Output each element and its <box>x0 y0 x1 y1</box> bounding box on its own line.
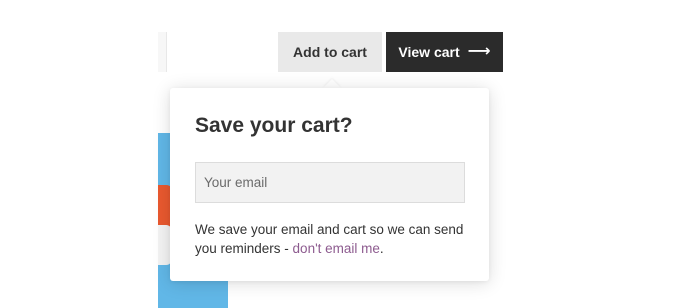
product-card-edge <box>158 32 167 72</box>
arrow-right-icon: ⟶ <box>467 43 491 60</box>
view-cart-button[interactable]: View cart ⟶ <box>386 32 503 72</box>
save-cart-popup: Save your cart? We save your email and c… <box>170 88 489 281</box>
email-field[interactable] <box>195 162 465 203</box>
add-to-cart-label: Add to cart <box>293 44 367 60</box>
popup-note-period: . <box>379 241 384 256</box>
popup-title: Save your cart? <box>195 114 353 137</box>
popup-note: We save your email and cart so we can se… <box>195 220 475 258</box>
dont-email-me-link[interactable]: don't email me <box>293 241 380 256</box>
add-to-cart-button[interactable]: Add to cart <box>278 32 382 72</box>
view-cart-label: View cart <box>398 44 460 60</box>
popup-caret <box>323 79 341 88</box>
